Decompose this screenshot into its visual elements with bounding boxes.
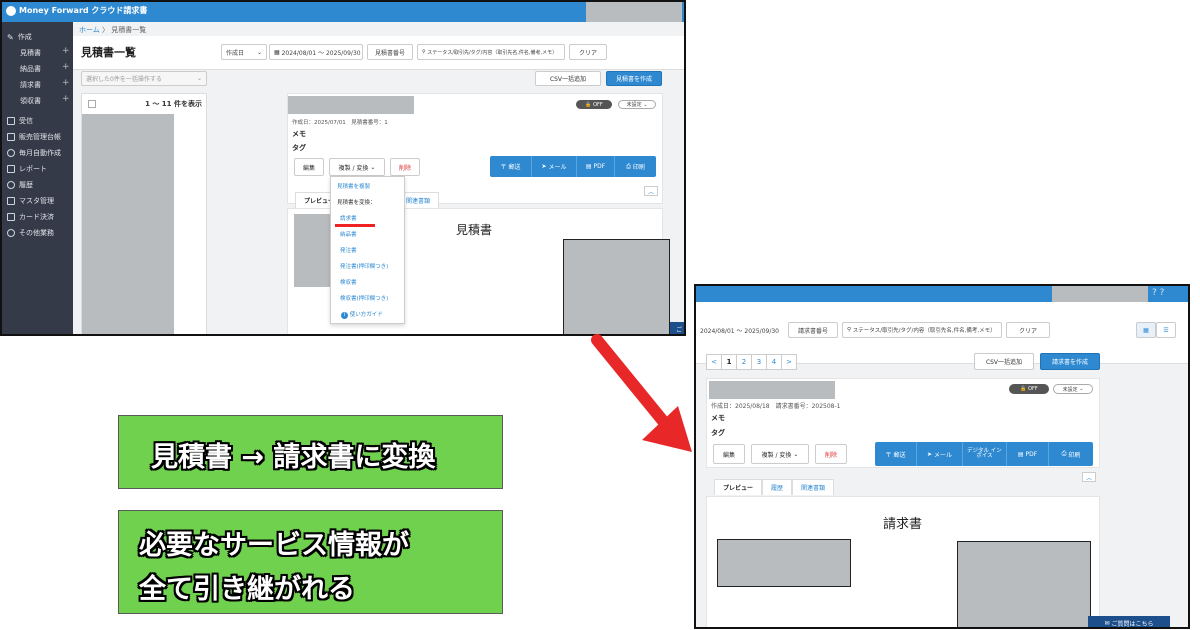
search-input[interactable]: ⚲ ステータス/取引先/タグ/内容（取引先名,件名,備考,メモ） xyxy=(842,322,1002,338)
pagination-page-4[interactable]: 4 xyxy=(766,354,782,370)
redacted-client xyxy=(709,381,835,399)
send-icon: ➤ xyxy=(926,450,932,458)
callout-convert: 見積書 → 請求書に変換 xyxy=(118,415,503,489)
document-title: 請求書 xyxy=(883,517,923,532)
help-button[interactable]: ✉ ご質問はこちら xyxy=(1088,616,1170,627)
memo-label: メモ xyxy=(711,414,725,422)
mail-post-button[interactable]: 〒郵送 xyxy=(875,442,917,466)
redacted-recipient xyxy=(717,539,851,587)
redacted-issuer xyxy=(957,541,1091,627)
pagination-page-1[interactable]: 1 xyxy=(721,354,737,370)
document-preview: 請求書 xyxy=(706,496,1100,627)
callout-inherit-line1: 必要なサービス情報が xyxy=(139,530,409,561)
pdf-button[interactable]: ▤ PDF xyxy=(1007,442,1049,466)
screenshot-invoice-detail: ? ? 2024/08/01 〜 2025/09/30 請求書番号 ⚲ ステータ… xyxy=(694,284,1190,629)
detail-meta: 作成日：2025/08/18 請求書番号：202508-1 xyxy=(711,403,841,410)
notify-toggle[interactable]: 🔓 OFF xyxy=(1009,384,1049,394)
list-view-icon[interactable]: ☰ xyxy=(1156,322,1176,338)
clear-button[interactable]: クリア xyxy=(1006,322,1050,338)
lock-icon: 🔓 xyxy=(1020,386,1027,392)
create-invoice-button[interactable]: 請求書を作成 xyxy=(1040,353,1100,370)
pagination-prev[interactable]: < xyxy=(706,354,722,370)
callout-convert-text: 見積書 → 請求書に変換 xyxy=(151,442,436,473)
file-icon: ▤ xyxy=(1017,450,1024,458)
tab-related[interactable]: 関連書類 xyxy=(792,479,835,495)
date-range-input[interactable]: 2024/08/01 〜 2025/09/30 xyxy=(696,322,782,338)
digital-invoice-button[interactable]: デジタル インボイス xyxy=(963,442,1007,466)
pagination-next[interactable]: > xyxy=(781,354,797,370)
send-actions: 〒郵送 ➤ メール デジタル インボイス ▤ PDF ⎙ 印刷 xyxy=(875,442,1093,466)
chat-icon: ✉ xyxy=(1104,620,1110,627)
tag-label: タグ xyxy=(711,429,725,437)
copy-convert-button[interactable]: 複製 / 変換 ⌄ xyxy=(751,444,809,464)
search-icon: ⚲ xyxy=(847,327,852,333)
pagination-page-3[interactable]: 3 xyxy=(751,354,767,370)
status-select[interactable]: 未設定 ⌄ xyxy=(1053,384,1093,394)
chevron-down-icon: ⌄ xyxy=(793,450,799,458)
callout-inherit: 必要なサービス情報が 全て引き継がれる xyxy=(118,510,503,614)
delete-button[interactable]: 削除 xyxy=(815,444,847,464)
tab-history[interactable]: 履歴 xyxy=(762,479,793,495)
collapse-up-icon[interactable]: ︿ xyxy=(1082,472,1096,482)
invoice-number-input[interactable]: 請求書番号 xyxy=(788,322,838,338)
pagination: < 1 2 3 4 > xyxy=(706,354,797,370)
grid-view-icon[interactable]: ▦ xyxy=(1136,322,1156,338)
post-icon: 〒 xyxy=(885,451,892,459)
callout-inherit-line2: 全て引き継がれる xyxy=(139,574,355,605)
printer-icon: ⎙ xyxy=(1061,450,1067,457)
invoice-detail: 🔓 OFF 未設定 ⌄ 作成日：2025/08/18 請求書番号：202508-… xyxy=(706,378,1100,468)
email-button[interactable]: ➤ メール xyxy=(917,442,963,466)
tab-preview[interactable]: プレビュー xyxy=(714,479,763,495)
pagination-page-2[interactable]: 2 xyxy=(736,354,752,370)
arrow-shaft xyxy=(591,334,678,438)
csv-import-button[interactable]: CSV一括追加 xyxy=(974,353,1034,370)
edit-button[interactable]: 編集 xyxy=(713,444,745,464)
help-icons[interactable]: ? ? xyxy=(1152,288,1164,298)
detail-tabs: プレビュー 履歴 関連書類 xyxy=(714,479,835,495)
print-button[interactable]: ⎙ 印刷 xyxy=(1049,442,1093,466)
